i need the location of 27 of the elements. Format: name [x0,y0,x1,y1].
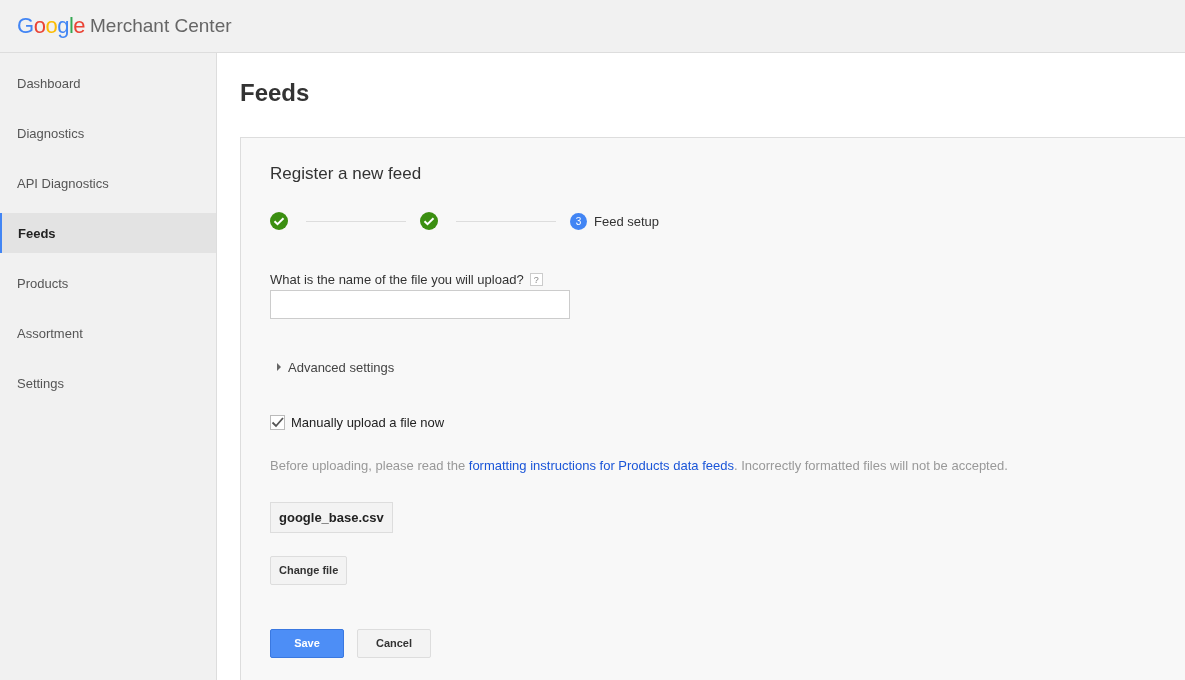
check-circle-icon [420,212,438,230]
file-name-field[interactable] [270,290,570,319]
upload-note: Before uploading, please read the formatting instructions for Products data feeds. Incorrectly formatted files will not be accepted. [270,457,1009,473]
product-name: Merchant Center [90,15,232,37]
checkbox[interactable] [270,414,285,430]
step-number: 3 [570,212,587,230]
caret-icon [276,363,282,371]
card-title: Register a new feed [270,164,423,184]
field-label: What is the name of the file you will upload? [270,272,524,287]
step-label: Feed setup [594,213,660,229]
sidebar-item[interactable]: Settings [0,363,216,403]
advanced-settings-toggle[interactable]: Advanced settings [276,359,395,375]
file-name-label: google_base.csv [270,501,393,533]
formatting-link[interactable]: formatting instructions for Products data feeds [468,457,734,473]
help-icon[interactable]: ? [529,273,543,286]
check-circle-icon [270,212,288,230]
checkbox-label: Manually upload a file now [291,414,445,430]
sidebar-item[interactable]: Feeds [0,213,216,253]
sidebar-item[interactable]: Products [0,263,216,303]
sidebar-item[interactable]: Dashboard [0,63,216,103]
google-logo: Google [17,13,85,39]
sidebar-item[interactable]: Diagnostics [0,113,216,153]
change-file-button[interactable]: Change file [270,555,348,585]
sidebar-item[interactable]: API Diagnostics [0,163,216,203]
sidebar-item[interactable]: Assortment [0,313,216,353]
cancel-button[interactable]: Cancel [357,628,431,658]
page-title: Feeds [240,79,311,107]
